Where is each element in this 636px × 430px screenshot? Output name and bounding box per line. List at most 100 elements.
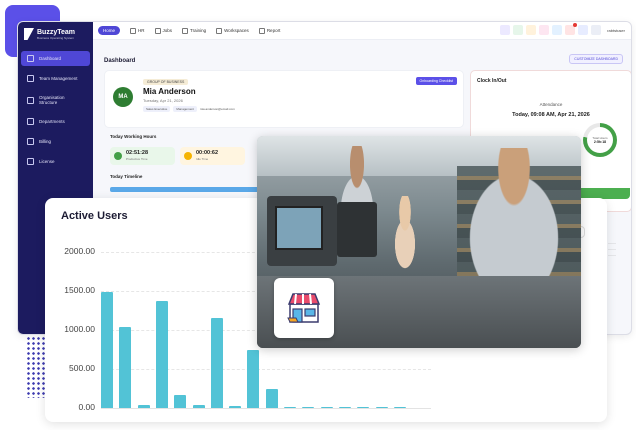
- brand-subtitle: Business Operating System: [37, 35, 75, 40]
- calendar-icon[interactable]: [539, 25, 549, 35]
- tab-jobs[interactable]: Jobs: [154, 27, 173, 34]
- chart-bar[interactable]: [174, 394, 187, 408]
- mail-icon[interactable]: [578, 25, 588, 35]
- profile-name: Mia Anderson: [143, 87, 196, 96]
- tab-label: Workspaces: [224, 28, 249, 33]
- chart-bar[interactable]: [265, 388, 278, 408]
- sidebar-item-icon: [27, 138, 34, 145]
- total-hours-ring: Total Hours 2:5h:18: [583, 123, 617, 157]
- ring-value: 2:5h:18: [593, 140, 607, 144]
- chart-bar[interactable]: [375, 407, 388, 408]
- chart-bar[interactable]: [247, 350, 260, 408]
- y-tick-label: 500.00: [69, 363, 95, 373]
- tab-workspaces[interactable]: Workspaces: [216, 27, 249, 34]
- sidebar-item-label: Dashboard: [39, 56, 62, 61]
- sidebar-item-icon: [27, 75, 34, 82]
- chart-bar[interactable]: [155, 301, 168, 408]
- tab-hr[interactable]: HR: [130, 27, 145, 34]
- people-icon[interactable]: [500, 25, 510, 35]
- sidebar-item-departments[interactable]: Departments: [21, 114, 90, 129]
- sidebar-item-label: Departments: [39, 119, 65, 124]
- productive-clock-icon: [114, 152, 122, 160]
- sidebar-item-license[interactable]: License: [21, 154, 90, 169]
- sidebar-item-label: License: [39, 159, 55, 164]
- y-tick-label: 2000.00: [64, 246, 95, 256]
- photo-pos-terminal: [267, 196, 337, 266]
- profile-card: MA GROUP OF BUSINESS Mia Anderson Tuesda…: [104, 70, 464, 128]
- storefront-badge: [274, 278, 334, 338]
- chart-bar[interactable]: [393, 407, 406, 408]
- chart-bar[interactable]: [119, 326, 132, 408]
- tab-home[interactable]: Home: [98, 26, 121, 35]
- clock-card-title: Clock In/Out: [477, 78, 507, 84]
- y-tick-label: 1500.00: [64, 285, 95, 295]
- alert-icon[interactable]: [526, 25, 536, 35]
- tab-report[interactable]: Report: [258, 27, 281, 34]
- stat-label: Idle Time: [196, 156, 209, 161]
- nav-icon: [258, 27, 265, 34]
- tab-label: Report: [266, 28, 281, 33]
- avatar: MA: [113, 87, 133, 107]
- chart-bar[interactable]: [284, 407, 296, 408]
- grid-icon[interactable]: [552, 25, 562, 35]
- nav-icon: [182, 27, 189, 34]
- tab-label: Jobs: [162, 28, 173, 33]
- onboarding-checklist-button[interactable]: Onboarding Checklist: [415, 77, 457, 85]
- gridline: [101, 369, 431, 370]
- nav-icon: [130, 27, 137, 34]
- idle-clock-icon: [184, 152, 192, 160]
- chart-bar[interactable]: [229, 406, 242, 408]
- photo-child: [385, 196, 425, 276]
- logo-mark-icon: [24, 28, 34, 40]
- username[interactable]: rabtstuser: [607, 28, 625, 33]
- y-tick-label: 0.00: [78, 402, 95, 412]
- tab-label: Training: [190, 28, 207, 33]
- working-hours-title: Today Working Hours: [110, 134, 157, 139]
- page-title: Dashboard: [104, 58, 136, 64]
- chart-bar[interactable]: [357, 407, 370, 408]
- profile-tag: Management: [173, 106, 197, 112]
- tab-label: Home: [103, 28, 116, 33]
- sidebar-item-icon: [27, 96, 34, 104]
- toolbar-icons: [500, 23, 601, 35]
- sidebar-item-label: Team Management: [39, 76, 78, 81]
- chart-bar[interactable]: [338, 407, 351, 408]
- customize-dashboard-button[interactable]: CUSTOMIZE DASHBOARD: [569, 54, 623, 64]
- top-navigation: Home HR Jobs Training Workspaces Report rabts…: [93, 22, 631, 40]
- notification-bell-icon[interactable]: [565, 23, 577, 35]
- photo-pos-screen: [275, 206, 323, 250]
- timeline-bar: [110, 187, 270, 192]
- sidebar-item-team-management[interactable]: Team Management: [21, 71, 90, 86]
- timeline-title: Today Timeline: [110, 174, 143, 179]
- document-icon[interactable]: [591, 25, 601, 35]
- stat-value: 00:00:62: [196, 150, 219, 157]
- y-tick-label: 1000.00: [64, 324, 95, 334]
- chat-icon[interactable]: [513, 25, 523, 35]
- sidebar-item-billing[interactable]: Billing: [21, 134, 90, 149]
- x-axis: [101, 408, 431, 409]
- sidebar-item-icon: [27, 55, 34, 62]
- attendance-label: Attendance: [539, 102, 563, 107]
- sidebar-item-label: Organisation Structure: [39, 95, 65, 105]
- tab-training[interactable]: Training: [182, 27, 207, 34]
- productive-time-stat: 02:51:28 Productive Time: [110, 147, 175, 165]
- chart-bar[interactable]: [101, 291, 113, 408]
- chart-bar[interactable]: [210, 318, 223, 408]
- chart-bar[interactable]: [192, 404, 205, 408]
- stat-label: Productive Time: [126, 156, 148, 161]
- photo-card-reader: [337, 202, 377, 257]
- sidebar-item-icon: [27, 118, 34, 125]
- chart-bar[interactable]: [320, 407, 333, 408]
- nav-icon: [216, 27, 223, 34]
- tab-label: HR: [138, 28, 145, 33]
- sidebar-item-dashboard[interactable]: Dashboard: [21, 51, 90, 66]
- sidebar-item-organisation-structure[interactable]: Organisation Structure: [21, 91, 90, 109]
- app-logo: BuzzyTeam Business Operating System: [18, 22, 93, 46]
- chart-bar[interactable]: [302, 407, 315, 408]
- role-badge: GROUP OF BUSINESS: [143, 79, 189, 85]
- chart-bar[interactable]: [137, 404, 150, 408]
- profile-date: Tuesday, Apr 21, 2026: [143, 98, 183, 103]
- notification-badge: [573, 23, 577, 27]
- idle-time-stat: 00:00:62 Idle Time: [180, 147, 245, 165]
- attendance-datetime: Today, 09:08 AM, Apr 21, 2026: [512, 112, 590, 118]
